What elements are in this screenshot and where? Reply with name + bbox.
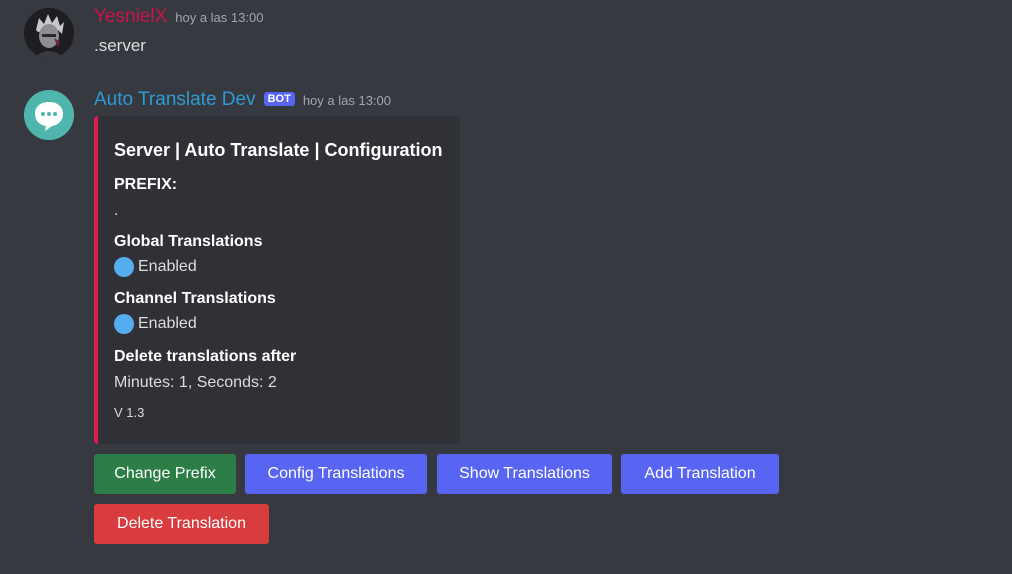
bot-timestamp: hoy a las 13:00 [302,93,392,108]
field-channel-translations-name: Channel Translations [114,290,276,307]
user-avatar-image [24,8,74,58]
field-global-translations-value: Enabled [114,257,197,277]
embed-card: Server | Auto Translate | Configuration … [94,116,460,444]
user-message-content: .server [94,36,146,55]
delete-translation-button[interactable]: Delete Translation [94,504,269,544]
field-global-translations-name: Global Translations [114,233,263,250]
chat-bubble-icon [24,90,74,140]
config-translations-button[interactable]: Config Translations [245,454,427,494]
blue-circle-icon [114,314,134,334]
blue-circle-icon [114,257,134,277]
bot-avatar[interactable] [24,90,74,140]
field-prefix-name: PREFIX: [114,176,178,193]
field-delete-after-name: Delete translations after [114,348,297,365]
embed-footer: V 1.3 [114,405,145,420]
field-channel-translations-text: Enabled [138,315,197,332]
user-timestamp: hoy a las 13:00 [175,10,264,25]
field-prefix-value: . [114,202,119,219]
user-avatar[interactable] [24,8,74,58]
bot-name[interactable]: Auto Translate Dev [94,89,256,111]
field-channel-translations-value: Enabled [114,314,197,334]
add-translation-button[interactable]: Add Translation [621,454,779,494]
bot-tag-badge: BOT [263,92,295,106]
change-prefix-button[interactable]: Change Prefix [94,454,236,494]
show-translations-button[interactable]: Show Translations [437,454,612,494]
user-name[interactable]: YesnielX [94,6,167,28]
field-delete-after-value: Minutes: 1, Seconds: 2 [114,374,277,391]
embed-title: Server | Auto Translate | Configuration [114,140,443,160]
field-global-translations-text: Enabled [138,258,197,275]
